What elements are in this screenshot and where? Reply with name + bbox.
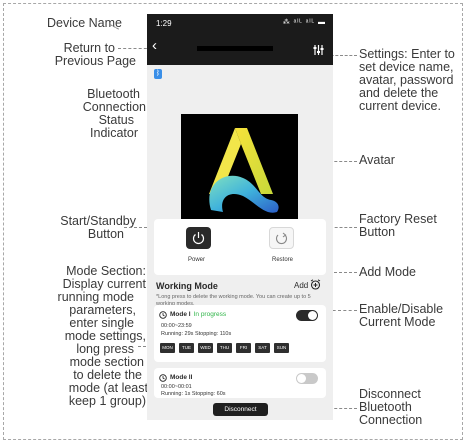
status-icons: ⁂ ᵃᴵᴸ ᵃᴵᴸ ▬ [282, 19, 326, 26]
note-avatar: Avatar [359, 153, 395, 167]
note-bt-4: Indicator [90, 126, 138, 140]
day-chip[interactable]: FRI [236, 343, 251, 353]
mode-name-text: Mode II [170, 374, 193, 381]
day-chip[interactable]: SAT [255, 343, 270, 353]
mode-status: In progress [193, 311, 227, 318]
mode-days: MON TUE WED THU FRI SAT SUN [160, 343, 289, 353]
working-mode-title: Working Mode [156, 281, 218, 291]
day-chip[interactable]: MON [160, 343, 175, 353]
mode-card[interactable]: Mode I In progress 00:00~23:59 Running: 2… [154, 305, 326, 362]
power-icon [192, 232, 205, 245]
disconnect-button[interactable]: Disconnect [213, 403, 268, 416]
mode-time: 00:00~23:59 [161, 323, 192, 329]
clock-icon [159, 311, 167, 319]
note-enable-2: Current Mode [359, 315, 436, 329]
power-label: Power [188, 257, 206, 263]
avatar-logo-image [209, 128, 279, 213]
restore-label: Restore [272, 257, 294, 263]
note-start-2: Button [87, 227, 124, 241]
note-device-name: Device Name [46, 16, 122, 30]
control-panel: Power Restore [154, 219, 326, 275]
mode-time: 00:00~00:01 [161, 384, 192, 390]
mode-card[interactable]: Mode II 00:00~00:01 Running: 1s Stopping… [154, 368, 326, 398]
mode-toggle[interactable] [296, 373, 318, 384]
phone-screen: 1:29 ⁂ ᵃᴵᴸ ᵃᴵᴸ ▬ ‹ ᛒ Power Restore Worki… [147, 14, 333, 420]
note-mode-11: keep 1 group) [68, 394, 146, 408]
mode-cycle: Running: 29s Stopping: 110s [161, 331, 232, 337]
day-chip[interactable]: TUE [179, 343, 194, 353]
clock-icon [159, 374, 167, 382]
note-reset-2: Button [359, 225, 396, 239]
status-time: 1:29 [156, 19, 172, 28]
note-add-mode: Add Mode [359, 265, 416, 279]
restore-button[interactable] [269, 227, 294, 249]
note-settings-5: current device. [359, 99, 441, 113]
toggle-knob [308, 311, 317, 320]
day-chip[interactable]: SUN [274, 343, 289, 353]
day-chip[interactable]: THU [217, 343, 232, 353]
mode-name: Mode II [170, 374, 192, 381]
device-name-title [197, 46, 273, 51]
bluetooth-status-icon: ᛒ [154, 69, 162, 79]
mode-name-text: Mode I [170, 311, 191, 318]
chevron-left-icon[interactable]: ‹ [152, 38, 157, 53]
note-return-2: Previous Page [54, 54, 136, 68]
device-avatar[interactable] [181, 114, 298, 229]
mode-cycle: Running: 1s Stopping: 60s [161, 391, 226, 397]
mode-toggle[interactable] [296, 310, 318, 321]
toggle-knob [297, 374, 306, 383]
add-mode-label[interactable]: Add [294, 281, 308, 290]
restore-icon [275, 232, 288, 245]
power-button[interactable] [186, 227, 211, 249]
mode-name: Mode I In progress [170, 311, 226, 318]
day-chip[interactable]: WED [198, 343, 213, 353]
top-bar: 1:29 ⁂ ᵃᴵᴸ ᵃᴵᴸ ▬ ‹ [147, 14, 333, 65]
alarm-clock-add-icon[interactable] [310, 279, 321, 290]
settings-icon[interactable] [313, 44, 324, 56]
note-disc-3: Connection [359, 413, 423, 427]
